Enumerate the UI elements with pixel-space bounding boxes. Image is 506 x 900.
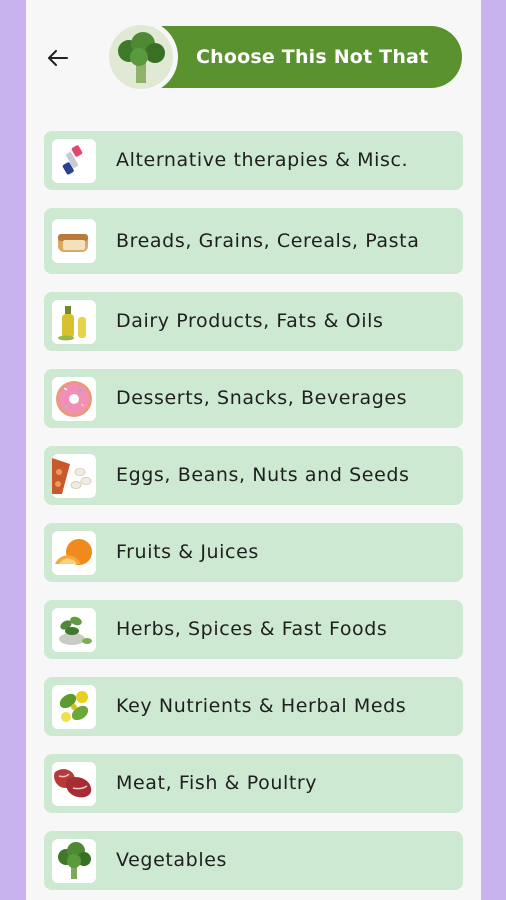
- item-image: [52, 454, 96, 498]
- item-image: [52, 762, 96, 806]
- item-label: Alternative therapies & Misc.: [116, 149, 409, 171]
- item-image: [52, 219, 96, 263]
- list-item[interactable]: Key Nutrients & Herbal Meds: [44, 677, 463, 736]
- herbal-icon: [59, 691, 89, 722]
- herbs-icon: [59, 616, 92, 645]
- oil-bottle-icon: [58, 306, 86, 341]
- list-item[interactable]: Alternative therapies & Misc.: [44, 131, 463, 190]
- page-title: Choose This Not That: [196, 46, 429, 68]
- item-image: [52, 300, 96, 344]
- list-item[interactable]: Desserts, Snacks, Beverages: [44, 369, 463, 428]
- dumbbell-icon: [62, 145, 83, 175]
- item-label: Dairy Products, Fats & Oils: [116, 310, 384, 332]
- broccoli-icon: [118, 32, 165, 83]
- list-item[interactable]: Herbs, Spices & Fast Foods: [44, 600, 463, 659]
- list-item[interactable]: Vegetables: [44, 831, 463, 890]
- item-label: Eggs, Beans, Nuts and Seeds: [116, 464, 410, 486]
- arrow-left-icon: [48, 50, 68, 66]
- item-label: Breads, Grains, Cereals, Pasta: [116, 229, 420, 252]
- item-image: [52, 531, 96, 575]
- meat-icon: [54, 769, 92, 798]
- app-screen: Choose This Not That Alternative therapi…: [26, 0, 481, 900]
- broccoli-icon: [58, 842, 91, 879]
- bread-icon: [58, 234, 88, 252]
- title-image: [104, 20, 178, 94]
- category-list: Alternative therapies & Misc. Breads, Gr…: [44, 131, 463, 900]
- title-banner: Choose This Not That: [104, 20, 462, 94]
- list-item[interactable]: Meat, Fish & Poultry: [44, 754, 463, 813]
- item-label: Key Nutrients & Herbal Meds: [116, 695, 407, 717]
- nuts-icon: [52, 458, 92, 494]
- item-image: [52, 139, 96, 183]
- item-label: Herbs, Spices & Fast Foods: [116, 618, 388, 640]
- donut-icon: [56, 381, 92, 417]
- list-item[interactable]: Fruits & Juices: [44, 523, 463, 582]
- item-image: [52, 685, 96, 729]
- back-button[interactable]: [44, 44, 72, 72]
- list-item[interactable]: Eggs, Beans, Nuts and Seeds: [44, 446, 463, 505]
- list-item[interactable]: Dairy Products, Fats & Oils: [44, 292, 463, 351]
- list-item[interactable]: Breads, Grains, Cereals, Pasta: [44, 208, 463, 274]
- item-image: [52, 839, 96, 883]
- item-label: Vegetables: [116, 849, 227, 871]
- item-label: Desserts, Snacks, Beverages: [116, 387, 408, 409]
- item-image: [52, 608, 96, 652]
- item-label: Fruits & Juices: [116, 541, 259, 563]
- orange-icon: [55, 539, 92, 565]
- item-label: Meat, Fish & Poultry: [116, 772, 318, 794]
- item-image: [52, 377, 96, 421]
